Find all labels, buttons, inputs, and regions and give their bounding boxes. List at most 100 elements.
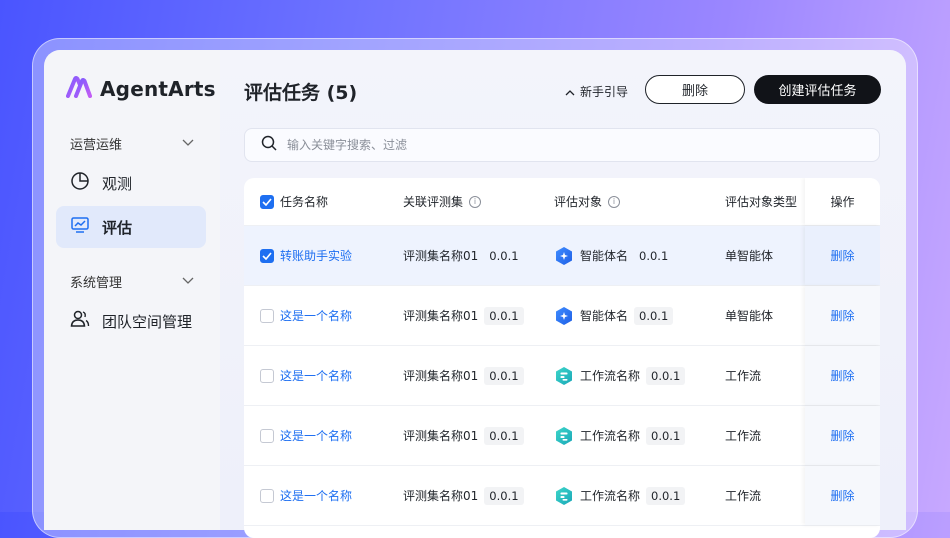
sidebar-item-eval-label: 评估 — [102, 218, 133, 237]
table-header: 任务名称 关联评测集 i 评估对象 i 评估对象类型 操作 — [244, 178, 880, 226]
dataset-version-badge: 0.0.1 — [484, 486, 524, 505]
monitor-chart-icon — [70, 215, 90, 239]
column-header-op: 操作 — [830, 195, 855, 209]
task-name-link[interactable]: 这是一个名称 — [280, 307, 352, 324]
row-target-cell: 工作流名称 0.0.1 — [554, 466, 686, 525]
target-version-badge: 0.0.1 — [634, 306, 674, 325]
row-delete-link[interactable]: 删除 — [830, 247, 854, 264]
column-header-target-type: 评估对象类型 — [725, 195, 798, 209]
delete-button[interactable]: 删除 — [645, 75, 745, 104]
agentarts-logo-icon — [66, 76, 92, 102]
table-row[interactable]: 这是一个名称 评测集名称01 0.0.1 智能体名 0.0.1 单智能体 删除 — [244, 286, 880, 346]
app-logo[interactable]: AgentArts — [66, 74, 216, 104]
page-title: 评估任务 (5) — [244, 82, 358, 104]
row-target-cell: 工作流名称 0.0.1 — [554, 406, 686, 465]
dataset-version-badge: 0.0.1 — [484, 426, 524, 445]
table-row[interactable]: 转账助手实验 评测集名称01 0.0.1 智能体名 0.0.1 单智能体 删除 — [244, 226, 880, 286]
target-name: 工作流名称 — [580, 489, 641, 503]
row-name-cell: 转账助手实验 — [260, 226, 352, 285]
dataset-name: 评测集名称01 — [403, 369, 479, 383]
pie-chart-icon — [70, 171, 90, 195]
row-checkbox[interactable] — [260, 248, 274, 263]
row-checkbox[interactable] — [260, 308, 274, 323]
row-dataset-cell: 评测集名称01 0.0.1 — [403, 226, 524, 285]
section-ops-label: 运营运维 — [70, 138, 123, 153]
row-type-cell: 工作流 — [725, 406, 761, 465]
table-row[interactable]: 这是一个名称 评测集名称01 0.0.1 工作流名称 0.0.1 工作流 删除 — [244, 346, 880, 406]
search-bar — [244, 128, 880, 162]
column-header-dataset: 关联评测集 — [403, 195, 464, 209]
search-icon — [261, 135, 277, 155]
section-ops[interactable]: 运营运维 — [70, 134, 194, 153]
select-all-checkbox[interactable] — [260, 194, 274, 209]
target-type: 工作流 — [725, 429, 762, 443]
sidebar-item-eval[interactable]: 评估 — [56, 206, 206, 248]
section-system[interactable]: 系统管理 — [70, 272, 194, 291]
row-type-cell: 单智能体 — [725, 226, 773, 285]
header-type-cell: 评估对象类型 — [725, 178, 797, 225]
table-row[interactable]: 这是一个名称 评测集名称01 0.0.1 工作流名称 0.0.1 工作流 删除 — [244, 406, 880, 466]
task-name-link[interactable]: 这是一个名称 — [280, 367, 352, 384]
dataset-version-badge: 0.0.1 — [484, 366, 524, 385]
sidebar-item-observe[interactable]: 观测 — [56, 162, 206, 204]
row-type-cell: 工作流 — [725, 466, 761, 525]
header-dataset-cell: 关联评测集 i — [403, 178, 482, 225]
dataset-name: 评测集名称01 — [403, 429, 479, 443]
task-name-link[interactable]: 这是一个名称 — [280, 427, 352, 444]
row-type-cell: 单智能体 — [725, 286, 773, 345]
row-checkbox[interactable] — [260, 368, 274, 383]
workflow-icon — [554, 426, 574, 446]
dataset-name: 评测集名称01 — [403, 309, 479, 323]
row-checkbox[interactable] — [260, 428, 274, 443]
target-version-badge: 0.0.1 — [639, 248, 669, 263]
row-delete-link[interactable]: 删除 — [830, 427, 854, 444]
sidebar-item-team[interactable]: 团队空间管理 — [56, 300, 206, 342]
guide-link[interactable]: 新手引导 — [565, 83, 628, 100]
row-dataset-cell: 评测集名称01 0.0.1 — [403, 346, 524, 405]
row-dataset-cell: 评测集名称01 0.0.1 — [403, 406, 524, 465]
row-name-cell: 这是一个名称 — [260, 406, 352, 465]
target-name: 智能体名 — [580, 309, 629, 323]
row-delete-link[interactable]: 删除 — [830, 367, 854, 384]
sidebar: AgentArts 运营运维 观测 评估 系统管理 团队空间管理 — [44, 50, 220, 530]
row-name-cell: 这是一个名称 — [260, 286, 352, 345]
task-name-link[interactable]: 转账助手实验 — [280, 247, 352, 264]
row-target-cell: 智能体名 0.0.1 — [554, 226, 673, 285]
info-icon[interactable]: i — [469, 195, 482, 208]
workflow-icon — [554, 486, 574, 506]
row-op-cell: 删除 — [805, 346, 880, 405]
row-delete-link[interactable]: 删除 — [830, 307, 854, 324]
users-icon — [70, 309, 90, 333]
target-name: 工作流名称 — [580, 429, 641, 443]
dataset-version-badge: 0.0.1 — [484, 306, 524, 325]
header-op-cell: 操作 — [805, 178, 880, 225]
header-target-cell: 评估对象 i — [554, 178, 621, 225]
dataset-name: 评测集名称01 — [403, 249, 479, 263]
agent-icon — [554, 306, 574, 326]
dataset-version-badge: 0.0.1 — [489, 248, 519, 263]
sidebar-item-team-label: 团队空间管理 — [102, 312, 193, 331]
row-name-cell: 这是一个名称 — [260, 466, 352, 525]
dataset-name: 评测集名称01 — [403, 489, 479, 503]
target-type: 单智能体 — [725, 249, 774, 263]
target-name: 工作流名称 — [580, 369, 641, 383]
table-row[interactable]: 这是一个名称 评测集名称01 0.0.1 工作流名称 0.0.1 工作流 删除 — [244, 466, 880, 526]
create-eval-task-button[interactable]: 创建评估任务 — [754, 75, 881, 104]
agent-icon — [554, 246, 574, 266]
info-icon[interactable]: i — [608, 195, 621, 208]
row-target-cell: 工作流名称 0.0.1 — [554, 346, 686, 405]
task-name-link[interactable]: 这是一个名称 — [280, 487, 352, 504]
chevron-up-icon — [565, 85, 575, 99]
chevron-down-icon — [182, 136, 194, 151]
row-checkbox[interactable] — [260, 488, 274, 503]
search-input[interactable] — [285, 137, 849, 153]
row-dataset-cell: 评测集名称01 0.0.1 — [403, 286, 524, 345]
column-header-name: 任务名称 — [280, 195, 329, 209]
row-op-cell: 删除 — [805, 226, 880, 285]
guide-label: 新手引导 — [580, 85, 629, 99]
sidebar-item-observe-label: 观测 — [102, 174, 133, 193]
row-type-cell: 工作流 — [725, 346, 761, 405]
row-op-cell: 删除 — [805, 286, 880, 345]
row-name-cell: 这是一个名称 — [260, 346, 352, 405]
row-delete-link[interactable]: 删除 — [830, 487, 854, 504]
